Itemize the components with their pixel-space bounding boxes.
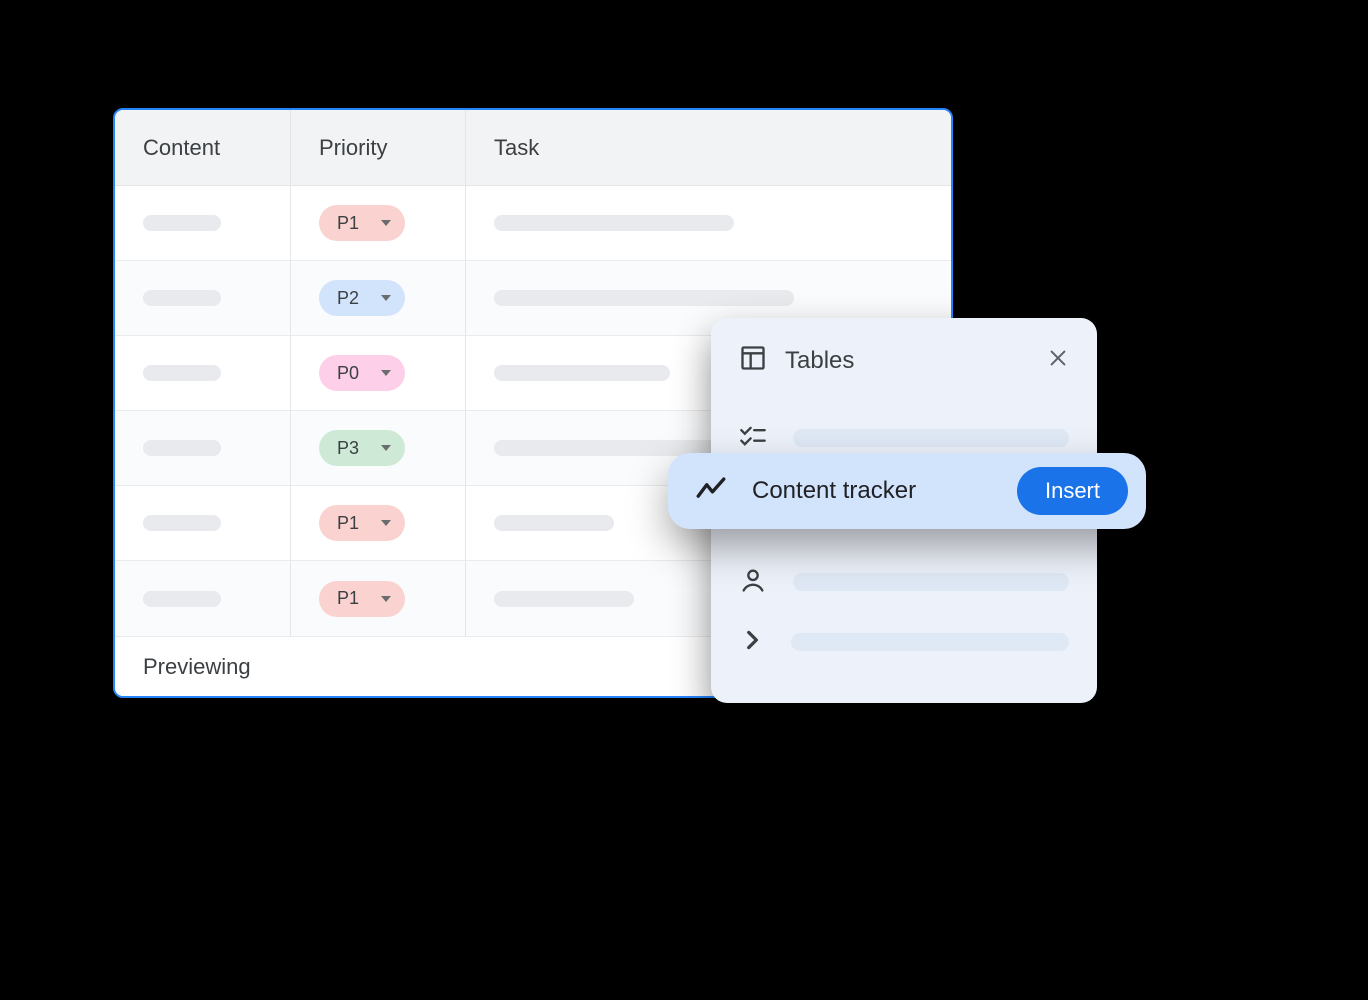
- chevron-down-icon: [381, 520, 391, 526]
- priority-chip[interactable]: P1: [319, 581, 405, 617]
- priority-label: P3: [337, 438, 359, 459]
- placeholder-bar: [494, 515, 614, 531]
- trend-icon: [694, 472, 728, 511]
- priority-label: P0: [337, 363, 359, 384]
- table-row: P1: [115, 186, 951, 261]
- panel-item-content-tracker[interactable]: Content tracker Insert: [668, 453, 1146, 529]
- chevron-down-icon: [381, 596, 391, 602]
- placeholder-bar: [793, 429, 1069, 447]
- chevron-right-icon: [739, 627, 765, 658]
- header-content: Content: [115, 110, 290, 185]
- placeholder-bar: [143, 440, 221, 456]
- priority-chip[interactable]: P1: [319, 505, 405, 541]
- priority-label: P2: [337, 288, 359, 309]
- cell-priority: P1: [290, 486, 466, 560]
- priority-label: P1: [337, 588, 359, 609]
- placeholder-bar: [494, 591, 634, 607]
- cell-content: [115, 261, 290, 335]
- cell-content: [115, 336, 290, 410]
- cell-content: [115, 186, 290, 260]
- priority-chip[interactable]: P0: [319, 355, 405, 391]
- checklist-icon: [739, 422, 767, 455]
- placeholder-bar: [494, 365, 670, 381]
- priority-chip[interactable]: P3: [319, 430, 405, 466]
- panel-item-more[interactable]: [739, 615, 1069, 669]
- cell-task: [466, 186, 951, 260]
- cell-content: [115, 411, 290, 485]
- header-task: Task: [466, 110, 951, 185]
- insert-button[interactable]: Insert: [1017, 467, 1128, 515]
- placeholder-bar: [791, 633, 1069, 651]
- cell-priority: P3: [290, 411, 466, 485]
- chevron-down-icon: [381, 220, 391, 226]
- person-icon: [739, 566, 767, 599]
- table-header: Content Priority Task: [115, 110, 951, 186]
- priority-label: P1: [337, 213, 359, 234]
- cell-content: [115, 486, 290, 560]
- priority-label: P1: [337, 513, 359, 534]
- table-icon: [739, 344, 767, 377]
- close-icon[interactable]: [1047, 347, 1069, 374]
- chevron-down-icon: [381, 445, 391, 451]
- placeholder-bar: [143, 515, 221, 531]
- placeholder-bar: [143, 215, 221, 231]
- placeholder-bar: [143, 290, 221, 306]
- cell-content: [115, 561, 290, 636]
- placeholder-bar: [793, 573, 1069, 591]
- panel-title: Tables: [785, 347, 1029, 375]
- chevron-down-icon: [381, 295, 391, 301]
- placeholder-bar: [143, 365, 221, 381]
- panel-item-person[interactable]: [739, 555, 1069, 609]
- priority-chip[interactable]: P2: [319, 280, 405, 316]
- header-priority: Priority: [290, 110, 466, 185]
- chevron-down-icon: [381, 370, 391, 376]
- priority-chip[interactable]: P1: [319, 205, 405, 241]
- placeholder-bar: [143, 591, 221, 607]
- cell-priority: P2: [290, 261, 466, 335]
- cell-priority: P0: [290, 336, 466, 410]
- cell-priority: P1: [290, 186, 466, 260]
- content-tracker-label: Content tracker: [752, 477, 993, 505]
- placeholder-bar: [494, 290, 794, 306]
- cell-priority: P1: [290, 561, 466, 636]
- placeholder-bar: [494, 215, 734, 231]
